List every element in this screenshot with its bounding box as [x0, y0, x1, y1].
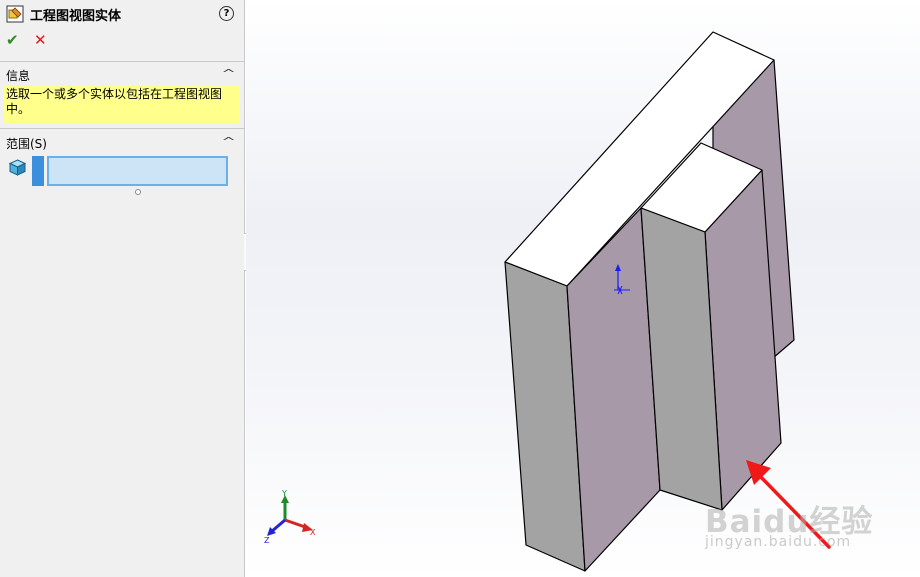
drawing-view-body-icon — [6, 5, 24, 23]
triad-y-label: Y — [281, 489, 287, 498]
triad-x-label: X — [310, 528, 316, 537]
chevron-up-icon[interactable]: ^ — [221, 67, 236, 80]
watermark-url: jingyan.baidu.com — [705, 534, 852, 550]
divider — [0, 128, 244, 129]
info-message: 选取一个或多个实体以包括在工程图视图中。 — [3, 86, 239, 123]
body-selection-box[interactable] — [47, 156, 228, 186]
graphics-area[interactable]: Y X Z — [246, 0, 920, 577]
view-orientation-triad: Y X Z — [264, 489, 316, 545]
solid-body-icon — [9, 159, 26, 176]
chevron-up-icon[interactable]: ^ — [221, 135, 236, 148]
panel-title: 工程图视图实体 — [30, 8, 122, 24]
triad-z-label: Z — [264, 536, 270, 545]
cancel-button[interactable]: ✕ — [34, 31, 47, 49]
help-icon[interactable]: ? — [219, 6, 234, 21]
property-manager-panel: 工程图视图实体 ? ✔ ✕ 信息 ^ 选取一个或多个实体以包括在工程图视图中。 … — [0, 0, 245, 577]
ok-button[interactable]: ✔ — [6, 31, 19, 49]
resize-grip-icon[interactable] — [135, 189, 141, 195]
divider — [0, 61, 244, 62]
info-section-header[interactable]: 信息 — [6, 67, 30, 84]
model-view: Y X Z — [264, 31, 831, 572]
scope-section-header[interactable]: 范围(S) — [6, 135, 47, 152]
selection-active-indicator — [32, 156, 44, 186]
panel-header: 工程图视图实体 — [6, 4, 121, 24]
